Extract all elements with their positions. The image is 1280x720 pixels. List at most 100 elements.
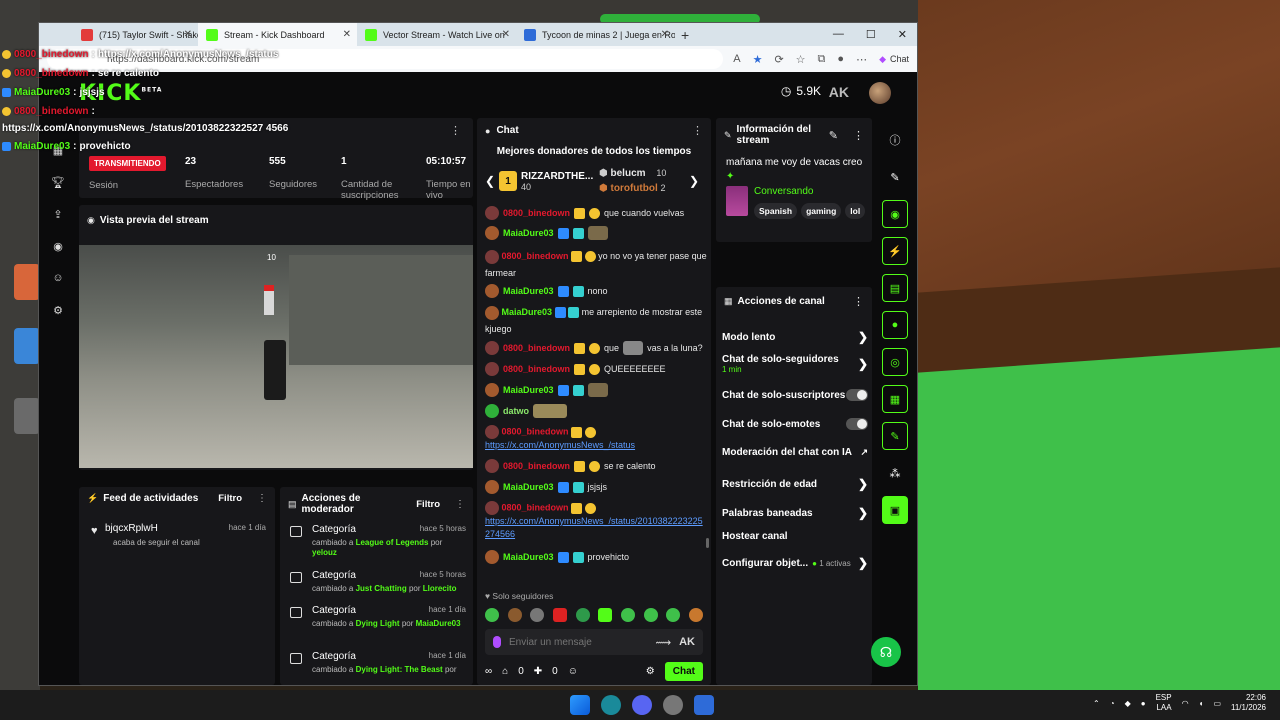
support-headset-button[interactable]: ☊ [871, 637, 901, 667]
plus-icon[interactable]: ✚ [534, 666, 542, 677]
mod-filter-button[interactable]: Filtro [416, 499, 440, 510]
trophy-icon[interactable]: 🏆︎ [51, 176, 65, 190]
mod-user[interactable]: Llorecito [423, 584, 457, 593]
broadcast-icon[interactable]: ◎ [882, 348, 908, 376]
chat-username[interactable]: 0800_binedown [503, 460, 570, 473]
action-banned-words[interactable]: Palabras baneadas ❯ [722, 506, 868, 520]
more-icon[interactable]: ⋮ [455, 499, 465, 510]
chat-link[interactable]: https://x.com/AnonymusNews_/status [485, 440, 635, 450]
store-icon[interactable]: ⌂ [502, 666, 508, 677]
tab-youtube[interactable]: (715) Taylor Swift - Shake It Of ✕ [39, 23, 198, 46]
desktop-app-icon[interactable] [14, 398, 40, 434]
windows-start-icon[interactable] [570, 695, 590, 715]
roblox-icon[interactable] [694, 695, 714, 715]
emote-icon[interactable] [688, 608, 703, 622]
more-icon[interactable]: ⋮ [257, 493, 267, 504]
chat-username[interactable]: MaiaDure03 [503, 384, 554, 397]
chat-username[interactable]: 0800_binedown [502, 251, 569, 261]
close-icon[interactable]: ✕ [343, 29, 351, 40]
action-slow-mode[interactable]: Modo lento ❯ [722, 330, 868, 344]
chat-username[interactable]: MaiaDure03 [503, 285, 554, 298]
emote-icon[interactable] [485, 608, 499, 622]
chevron-right-icon[interactable]: ❯ [689, 174, 703, 188]
more-icon[interactable]: ⋮ [853, 129, 864, 142]
read-aloud-icon[interactable]: A [733, 53, 740, 65]
discord-icon[interactable] [632, 695, 652, 715]
users-icon[interactable]: ☺ [51, 272, 65, 286]
emote-icon[interactable] [598, 608, 613, 622]
mod-user[interactable]: MaiaDure03 [416, 619, 461, 628]
wrench-icon[interactable]: ✎ [882, 422, 908, 450]
refresh-icon[interactable]: ⟳ [774, 53, 783, 66]
camera-icon[interactable]: ◉ [882, 200, 908, 228]
close-window-icon[interactable]: ✕ [898, 28, 907, 41]
battery-icon[interactable]: ▭ [1213, 699, 1221, 708]
network-icon[interactable]: ◔ [1110, 699, 1115, 708]
mod-game[interactable]: Just Chatting [356, 584, 407, 593]
kick-k-icon[interactable]: AK [679, 636, 695, 648]
edge-icon[interactable] [601, 695, 621, 715]
feed-filter-button[interactable]: Filtro [218, 493, 242, 504]
mod-game[interactable]: League of Legends [356, 538, 429, 547]
emote-icon[interactable] [666, 608, 681, 622]
action-age-restriction[interactable]: Restricción de edad ❯ [722, 477, 868, 491]
user-icon[interactable]: ☺ [568, 666, 578, 677]
microphone-icon[interactable] [493, 636, 501, 648]
chat-icon[interactable]: ● [882, 311, 908, 339]
chat-username[interactable]: datwo [503, 405, 529, 418]
new-tab-button[interactable]: + [681, 27, 689, 43]
more-icon[interactable]: ⋮ [692, 124, 703, 137]
action-ai-moderation[interactable]: Moderación del chat con IA ↗ [722, 447, 868, 458]
infinity-icon[interactable]: ∞ [485, 666, 492, 677]
volume-icon[interactable]: ◆ [1125, 699, 1131, 708]
clock[interactable]: 22:06 11/1/2026 [1231, 693, 1266, 714]
camera-icon[interactable]: ◉ [51, 240, 65, 254]
stream-video[interactable]: 10 [79, 245, 473, 468]
obs-icon[interactable] [663, 695, 683, 715]
upload-icon[interactable]: ⇪ [51, 208, 65, 222]
action-configure-goals[interactable]: Configurar objet... ● 1 activas ❯ [722, 556, 868, 570]
mod-game[interactable]: Dying Light [356, 619, 400, 628]
desktop-app-icon[interactable] [14, 328, 40, 364]
emote-icon[interactable] [643, 608, 658, 622]
more-icon[interactable]: ⋯ [856, 53, 867, 66]
more-icon[interactable]: ⋮ [450, 124, 461, 137]
send-chat-button[interactable]: Chat [664, 662, 703, 681]
chat-link[interactable]: https://x.com/AnonymusNews_/status/20103… [485, 516, 703, 539]
share-icon[interactable]: ⁂ [882, 459, 908, 487]
info-icon[interactable]: ⓘ [882, 126, 908, 154]
close-icon[interactable]: ✕ [184, 29, 192, 40]
emote-icon[interactable] [507, 608, 522, 622]
add-widget-icon[interactable]: ▣ [882, 496, 908, 524]
document-icon[interactable]: ▤ [882, 274, 908, 302]
close-icon[interactable]: ✕ [502, 29, 510, 40]
tab-kick-dashboard[interactable]: Stream - Kick Dashboard ✕ [198, 23, 357, 46]
desktop-app-icon[interactable] [14, 264, 40, 300]
favorites-icon[interactable]: ☆ [796, 53, 806, 66]
action-host-channel[interactable]: Hostear canal [722, 531, 868, 542]
subscribers-only-toggle[interactable] [846, 389, 868, 401]
more-icon[interactable]: ⋮ [853, 295, 864, 308]
emote-icon[interactable] [552, 608, 567, 622]
user-avatar[interactable] [869, 82, 891, 104]
close-icon[interactable]: ✕ [661, 29, 669, 40]
emotes-only-toggle[interactable] [846, 418, 868, 430]
action-followers-only[interactable]: Chat de solo-seguidores 1 min ❯ [722, 354, 868, 374]
layout-icon[interactable]: ▦ [882, 385, 908, 413]
chat-username[interactable]: MaiaDure03 [503, 551, 554, 564]
chat-message-input[interactable] [509, 636, 648, 648]
chevron-up-icon[interactable]: ⌃ [1093, 699, 1100, 708]
chat-username[interactable]: MaiaDure03 [503, 481, 554, 494]
chat-username[interactable]: MaiaDure03 [503, 227, 554, 240]
language-indicator[interactable]: ESP LAA [1156, 693, 1172, 714]
maximize-icon[interactable]: ☐ [866, 28, 876, 41]
chat-username[interactable]: 0800_binedown [503, 207, 570, 220]
chat-username[interactable]: 0800_binedown [502, 426, 569, 436]
chat-scrollbar[interactable] [706, 538, 709, 548]
settings-icon[interactable]: ⚙ [646, 666, 655, 677]
emote-icon[interactable] [575, 608, 590, 622]
chat-username[interactable]: 0800_binedown [503, 363, 570, 376]
lightning-icon[interactable]: ⚡ [882, 237, 908, 265]
category-name[interactable]: Conversando [754, 186, 865, 197]
chat-username[interactable]: 0800_binedown [503, 342, 570, 355]
